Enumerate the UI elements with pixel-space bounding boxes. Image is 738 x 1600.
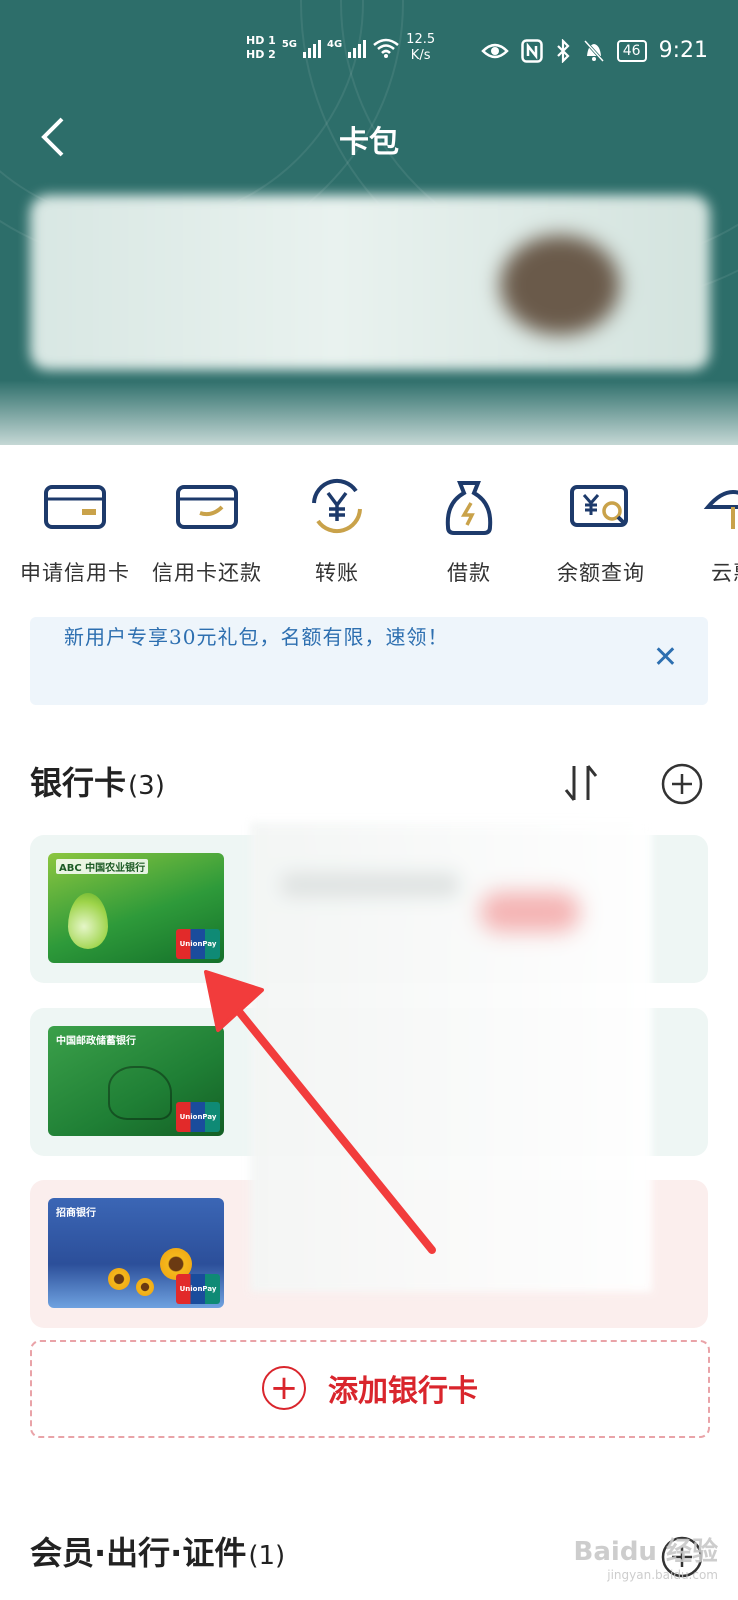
cloud-icon	[703, 490, 738, 529]
new-user-notice[interactable]: 新用户专享30元礼包，名额有限，速领！ ✕	[30, 617, 708, 705]
net2-label: 4G	[327, 38, 343, 50]
wifi-icon	[373, 38, 399, 58]
card-repay-icon	[176, 485, 238, 529]
sort-icon[interactable]	[560, 760, 604, 804]
quick-loan[interactable]: 借款	[404, 465, 534, 587]
quick-label: 信用卡还款	[152, 561, 262, 585]
hd-indicator: HD 1 HD 2	[246, 34, 276, 62]
bank-card-section-title: 银行卡(3)	[30, 758, 165, 804]
clock: 9:21	[658, 38, 708, 63]
section-count: (3)	[128, 771, 165, 801]
card-bank-name: 招商银行	[56, 1208, 96, 1219]
unionpay-logo: UnionPay 银联	[176, 1102, 220, 1132]
battery-icon: 46	[616, 39, 647, 62]
horse-rider-graphic	[108, 1066, 172, 1120]
psbc-card-image: 中国邮政储蓄银行 UnionPay 银联	[48, 1026, 224, 1136]
speed-unit: K/s	[410, 48, 431, 63]
quick-apply-credit-card[interactable]: 申请信用卡	[10, 465, 140, 587]
bluetooth-icon	[556, 38, 570, 63]
quick-label: 转账	[315, 561, 359, 585]
card-apply-icon	[44, 485, 106, 529]
quick-label: 申请信用卡	[20, 561, 130, 585]
quick-label: 云惠	[711, 561, 738, 585]
sunflower-graphic	[108, 1268, 130, 1290]
cmb-card-image: 招商银行 UnionPay 银联	[48, 1198, 224, 1308]
transfer-icon	[312, 478, 362, 534]
quick-label: 余额查询	[557, 561, 645, 585]
quick-balance-query[interactable]: 余额查询	[536, 465, 666, 587]
speed-value: 12.5	[406, 32, 436, 47]
balance-query-icon	[570, 485, 628, 527]
mute-icon	[583, 39, 604, 62]
section-title-text: 银行卡	[30, 764, 127, 802]
close-icon[interactable]: ✕	[653, 643, 678, 673]
section-title-text: 会员·出行·证件	[30, 1534, 247, 1572]
watermark: Baidu 经验 jingyan.baidu.com	[574, 1531, 718, 1582]
nfc-icon	[521, 38, 543, 63]
promo-banner[interactable]	[30, 195, 710, 370]
title-bar: 卡包	[0, 105, 738, 175]
watermark-text: Baidu 经验	[573, 1537, 718, 1567]
net1-label: 5G	[281, 38, 297, 50]
quick-transfer[interactable]: 转账	[272, 465, 402, 587]
header-area: HD 1 HD 2 5G 4G 12.5 K/s 46 9:21 卡包	[0, 0, 738, 445]
hd2-label: HD 2	[246, 48, 276, 61]
notice-text: 新用户专享30元礼包，名额有限，速领！	[64, 625, 449, 649]
status-bar: HD 1 HD 2 5G 4G 12.5 K/s 46 9:21	[0, 28, 738, 78]
member-section-title: 会员·出行·证件(1)	[30, 1528, 285, 1574]
signal-icon	[303, 38, 321, 58]
loan-icon	[445, 481, 493, 535]
sunflower-graphic	[136, 1278, 154, 1296]
add-icon[interactable]	[660, 762, 704, 806]
page-title: 卡包	[339, 125, 399, 160]
quick-cloud[interactable]: 云惠	[668, 465, 738, 587]
signal-icon	[348, 38, 367, 58]
section-count: (1)	[248, 1541, 286, 1571]
network-indicators: HD 1 HD 2 5G 4G 12.5 K/s	[246, 32, 435, 64]
abc-card-image: ABC 中国农业银行 UnionPay 银联	[48, 853, 224, 963]
net-speed: 12.5 K/s	[406, 32, 435, 64]
eye-icon	[480, 43, 509, 58]
hd1-label: HD 1	[246, 34, 276, 47]
unionpay-logo: UnionPay 银联	[176, 1274, 220, 1304]
add-bank-card-label: 添加银行卡	[328, 1374, 478, 1409]
unionpay-logo: UnionPay 银联	[176, 929, 220, 959]
water-drop-graphic	[68, 893, 108, 949]
quick-label: 借款	[447, 561, 491, 585]
watermark-sub: jingyan.baidu.com	[607, 1568, 718, 1582]
quick-actions: 申请信用卡 信用卡还款 转账 借款 余额查询 云	[0, 465, 738, 595]
card-bank-name: 中国邮政储蓄银行	[56, 1036, 136, 1047]
quick-credit-repay[interactable]: 信用卡还款	[142, 465, 272, 587]
plus-circle-icon: +	[262, 1366, 306, 1410]
card-bank-name: ABC 中国农业银行	[56, 859, 149, 874]
banner-fade	[0, 380, 738, 445]
status-icons: 46 9:21	[480, 38, 708, 63]
battery-level: 46	[622, 42, 641, 59]
add-bank-card-button[interactable]: + 添加银行卡	[30, 1340, 710, 1438]
masked-card-details	[250, 822, 652, 1292]
